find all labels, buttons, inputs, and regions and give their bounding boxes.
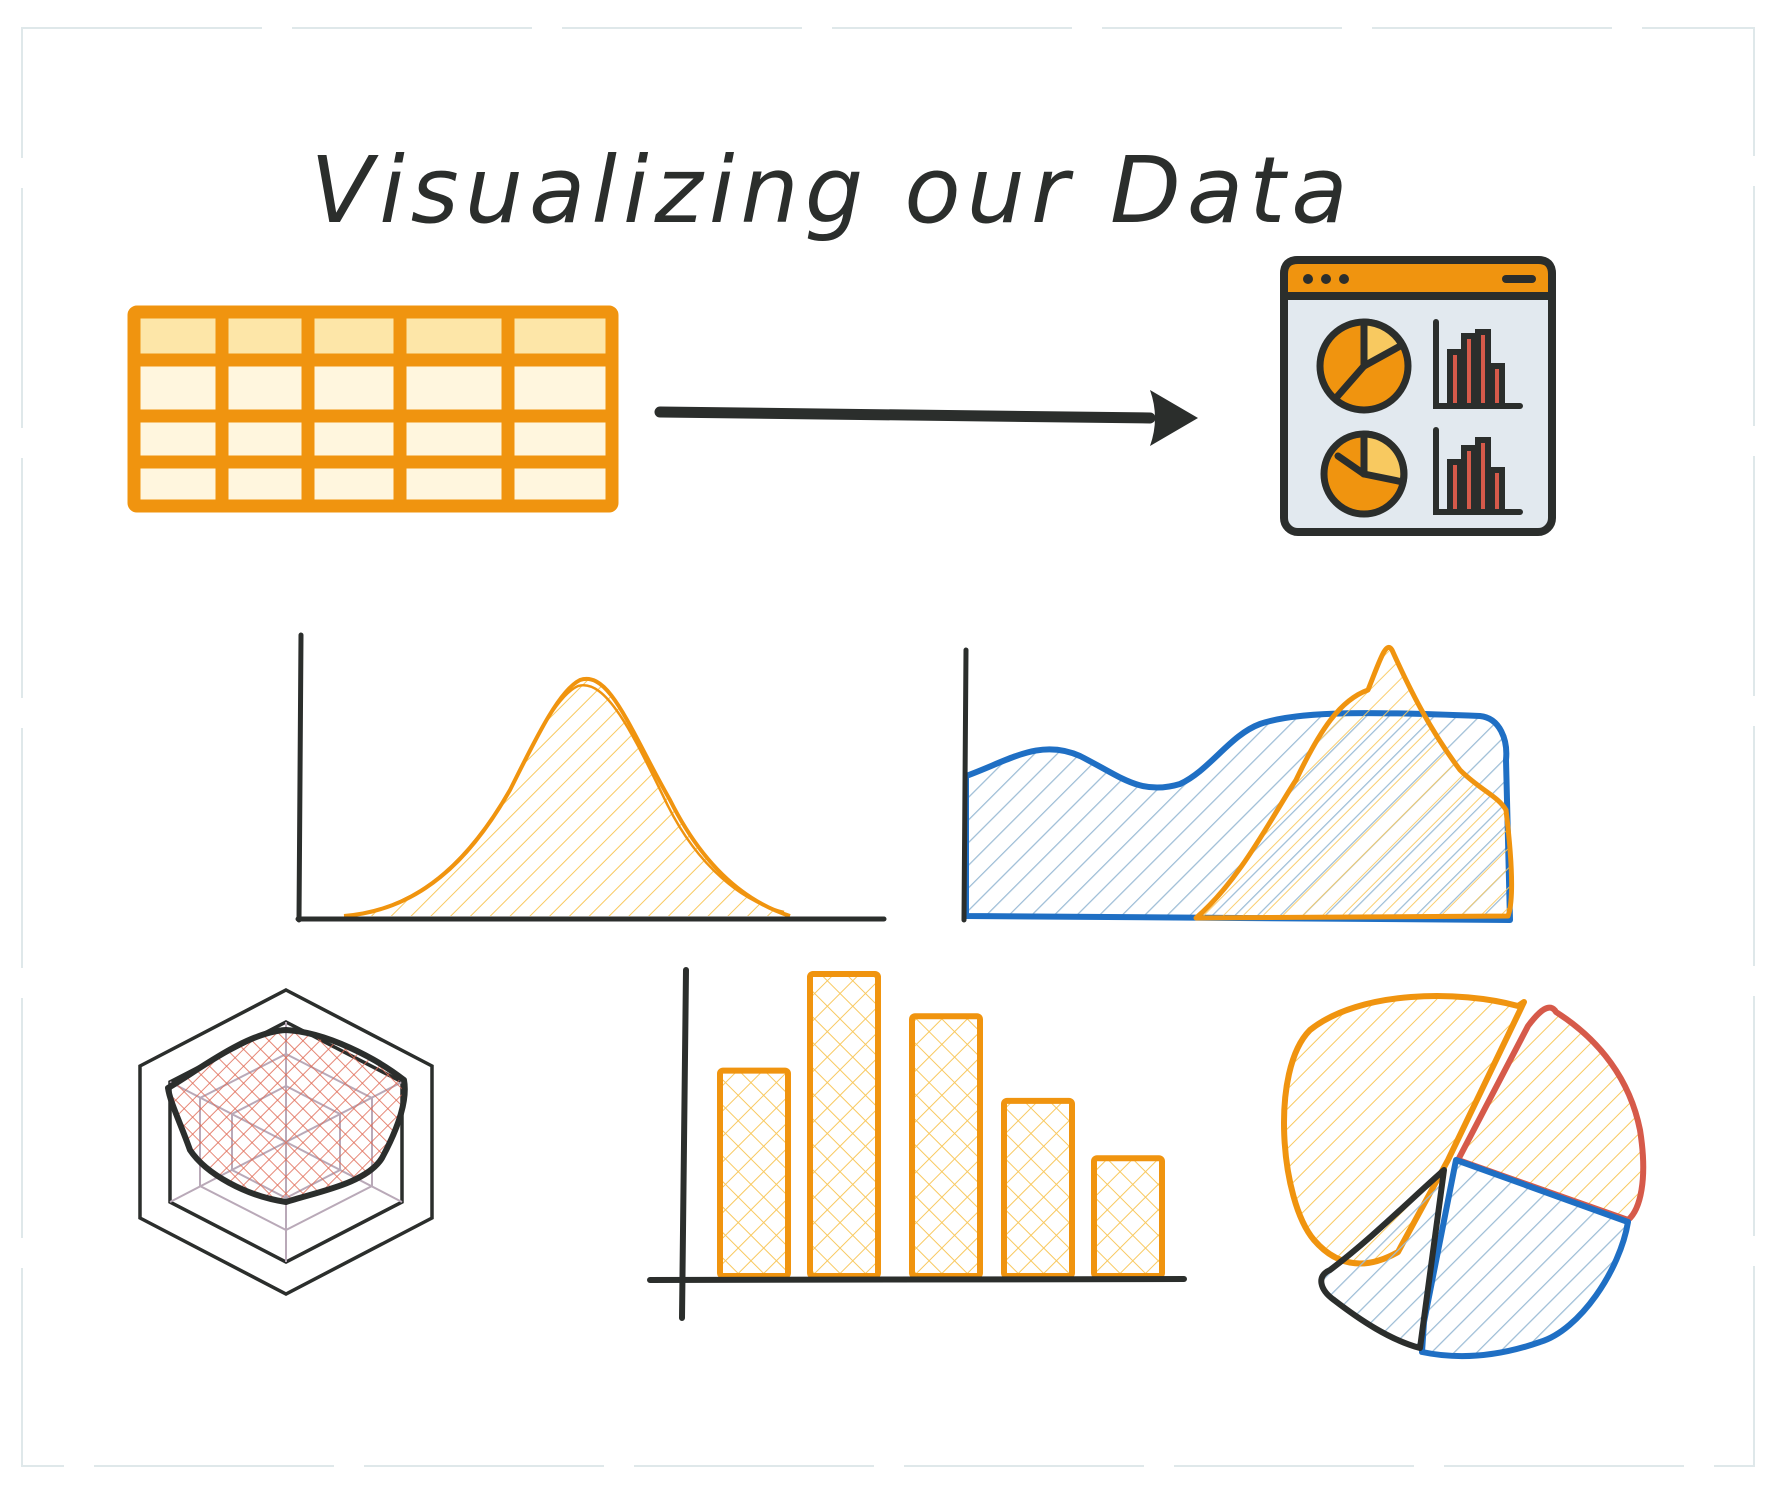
y-axis xyxy=(679,967,689,1321)
y-axis xyxy=(961,647,969,923)
dashboard-window-icon xyxy=(1280,256,1556,536)
y-axis xyxy=(296,632,304,923)
spreadsheet-table-icon xyxy=(127,305,619,513)
page-title: Visualizing our Data xyxy=(310,137,1353,244)
x-axis xyxy=(647,1276,1187,1283)
pie-chart xyxy=(1281,993,1647,1360)
density-curve-chart xyxy=(295,632,887,923)
bar-chart xyxy=(647,967,1187,1321)
bar-5 xyxy=(1091,1155,1165,1279)
radar-series xyxy=(165,1027,408,1205)
bar-4 xyxy=(1001,1097,1075,1279)
bar-1 xyxy=(717,1067,791,1280)
overlapping-area-chart xyxy=(961,645,1515,923)
bar-2 xyxy=(807,971,881,1279)
arrow-right-icon xyxy=(654,390,1198,446)
radar-chart xyxy=(138,988,434,1296)
diagram-canvas: Visualizing our Data xyxy=(21,27,1755,1467)
bar-3 xyxy=(909,1013,983,1280)
